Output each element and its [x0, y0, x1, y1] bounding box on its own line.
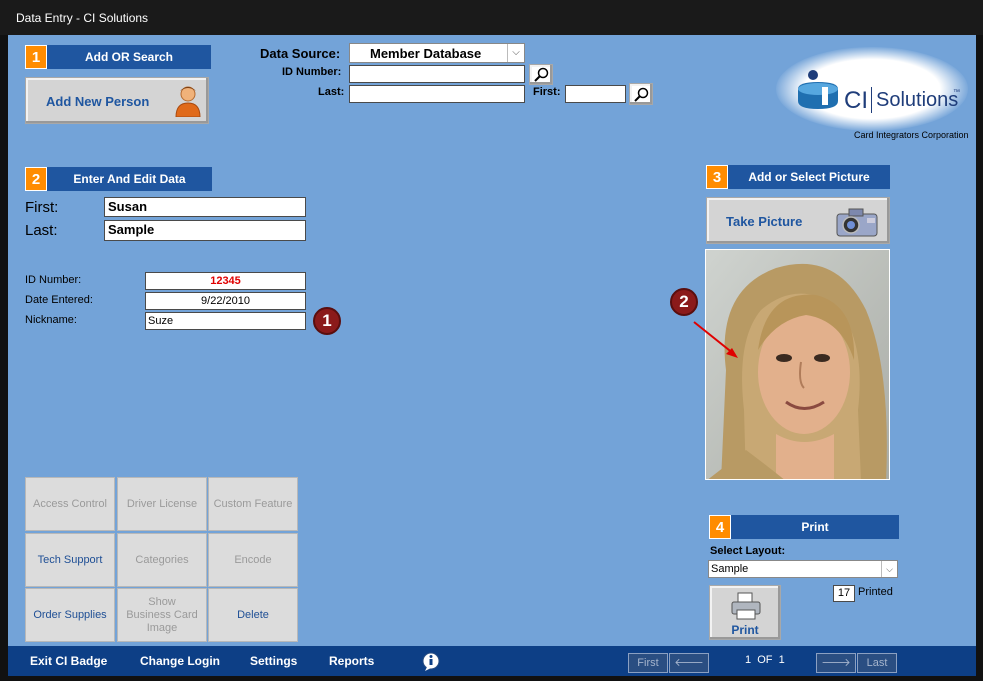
info-icon[interactable] — [422, 652, 442, 672]
reports-link[interactable]: Reports — [329, 654, 374, 668]
driver-license-button[interactable]: Driver License — [117, 477, 207, 531]
section-2-header: 2 Enter And Edit Data — [25, 167, 212, 191]
title-bar: Data Entry - CI Solutions — [0, 0, 983, 35]
nickname-label: Nickname: — [25, 314, 77, 326]
add-new-person-label: Add New Person — [46, 94, 150, 109]
access-control-button[interactable]: Access Control — [25, 477, 115, 531]
id-number-value: 12345 — [210, 275, 241, 287]
add-new-person-button[interactable]: Add New Person — [25, 77, 209, 124]
section-1-number: 1 — [25, 45, 47, 69]
datasource-value: Member Database — [370, 46, 482, 61]
section-3-number: 3 — [706, 165, 728, 189]
last-name-label: Last: — [25, 222, 58, 239]
tech-support-button[interactable]: Tech Support — [25, 533, 115, 587]
section-2-number: 2 — [25, 167, 47, 191]
first-name-value: Susan — [108, 199, 148, 214]
take-picture-button[interactable]: Take Picture — [706, 197, 890, 244]
footer-bar: Exit CI Badge Change Login Settings Repo… — [8, 646, 976, 676]
section-4-number: 4 — [709, 515, 731, 539]
printed-count: 17 — [833, 585, 855, 602]
id-number-input[interactable]: 12345 — [145, 272, 306, 290]
portrait-image — [706, 250, 889, 479]
search-first-label: First: — [533, 86, 561, 98]
print-label: Print — [731, 623, 759, 637]
nav-prev-button[interactable]: 🡐 — [669, 653, 709, 673]
section-3-header: 3 Add or Select Picture — [706, 165, 890, 189]
date-entered-input[interactable]: 9/22/2010 — [145, 292, 306, 310]
custom-feature-button[interactable]: Custom Feature — [208, 477, 298, 531]
printed-count-value: 17 — [837, 587, 851, 599]
show-business-card-button[interactable]: Show Business Card Image — [117, 588, 207, 642]
datasource-select[interactable]: Member Database ⌵ — [349, 43, 525, 63]
search-icon — [634, 87, 649, 102]
printed-label: Printed — [858, 586, 893, 598]
section-1-header: 1 Add OR Search — [25, 45, 211, 69]
first-name-label: First: — [25, 199, 59, 216]
last-name-input[interactable]: Sample — [104, 220, 306, 241]
encode-button[interactable]: Encode — [208, 533, 298, 587]
nav-next-button[interactable]: 🡒 — [816, 653, 856, 673]
search-id-label: ID Number: — [282, 66, 342, 78]
section-4-title: Print — [801, 520, 829, 534]
date-entered-label: Date Entered: — [25, 294, 93, 306]
search-name-button[interactable] — [629, 83, 653, 105]
date-entered-value: 9/22/2010 — [201, 295, 250, 307]
change-login-link[interactable]: Change Login — [140, 654, 220, 668]
window-title: Data Entry - CI Solutions — [16, 11, 149, 25]
logo-tm: ™ — [953, 89, 960, 96]
record-indicator: 1 OF 1 — [745, 654, 785, 666]
settings-link[interactable]: Settings — [250, 654, 297, 668]
nickname-input[interactable]: Suze — [145, 312, 306, 330]
main-window: 1 Add OR Search Add New Person Data Sour… — [8, 35, 976, 646]
categories-button[interactable]: Categories — [117, 533, 207, 587]
take-picture-label: Take Picture — [726, 214, 803, 229]
search-first-input[interactable] — [565, 85, 626, 103]
nav-first-button[interactable]: First — [628, 653, 668, 673]
delete-button[interactable]: Delete — [208, 588, 298, 642]
logo-icon — [798, 70, 838, 109]
callout-arrow-icon — [693, 321, 738, 358]
search-last-label: Last: — [318, 86, 345, 98]
section-1-title: Add OR Search — [84, 50, 174, 64]
search-id-button[interactable] — [529, 64, 553, 85]
order-supplies-button[interactable]: Order Supplies — [25, 588, 115, 642]
printer-icon — [731, 592, 761, 620]
id-number-label: ID Number: — [25, 274, 82, 286]
chevron-down-icon[interactable]: ⌵ — [507, 44, 524, 62]
camera-icon — [836, 208, 878, 237]
print-button[interactable]: Print — [709, 585, 781, 640]
logo-company-name: Card Integrators Corporation — [854, 130, 969, 140]
section-3-title: Add or Select Picture — [748, 170, 870, 184]
select-layout-label: Select Layout: — [710, 545, 786, 557]
logo-solutions-text: Solutions — [876, 89, 959, 111]
chevron-down-icon[interactable]: ⌵ — [881, 561, 897, 577]
exit-ci-badge-link[interactable]: Exit CI Badge — [30, 654, 107, 668]
company-logo: CI Solutions ™ Card Integrators Corporat… — [776, 47, 976, 147]
search-id-input[interactable] — [349, 65, 525, 83]
last-name-value: Sample — [108, 222, 155, 237]
callout-badge-1: 1 — [313, 307, 341, 335]
callout-badge-2: 2 — [670, 288, 698, 316]
section-4-header: 4 Print — [709, 515, 899, 539]
search-last-input[interactable] — [349, 85, 525, 103]
person-icon — [175, 86, 201, 117]
section-2-title: Enter And Edit Data — [73, 172, 186, 186]
search-icon — [534, 67, 549, 82]
logo-ci-text: CI — [844, 87, 868, 114]
nickname-value: Suze — [148, 315, 174, 327]
person-photo[interactable] — [705, 249, 890, 480]
layout-value: Sample — [711, 563, 749, 575]
first-name-input[interactable]: Susan — [104, 197, 306, 217]
datasource-label: Data Source: — [260, 46, 341, 61]
layout-select[interactable]: Sample ⌵ — [708, 560, 898, 578]
nav-last-button[interactable]: Last — [857, 653, 897, 673]
